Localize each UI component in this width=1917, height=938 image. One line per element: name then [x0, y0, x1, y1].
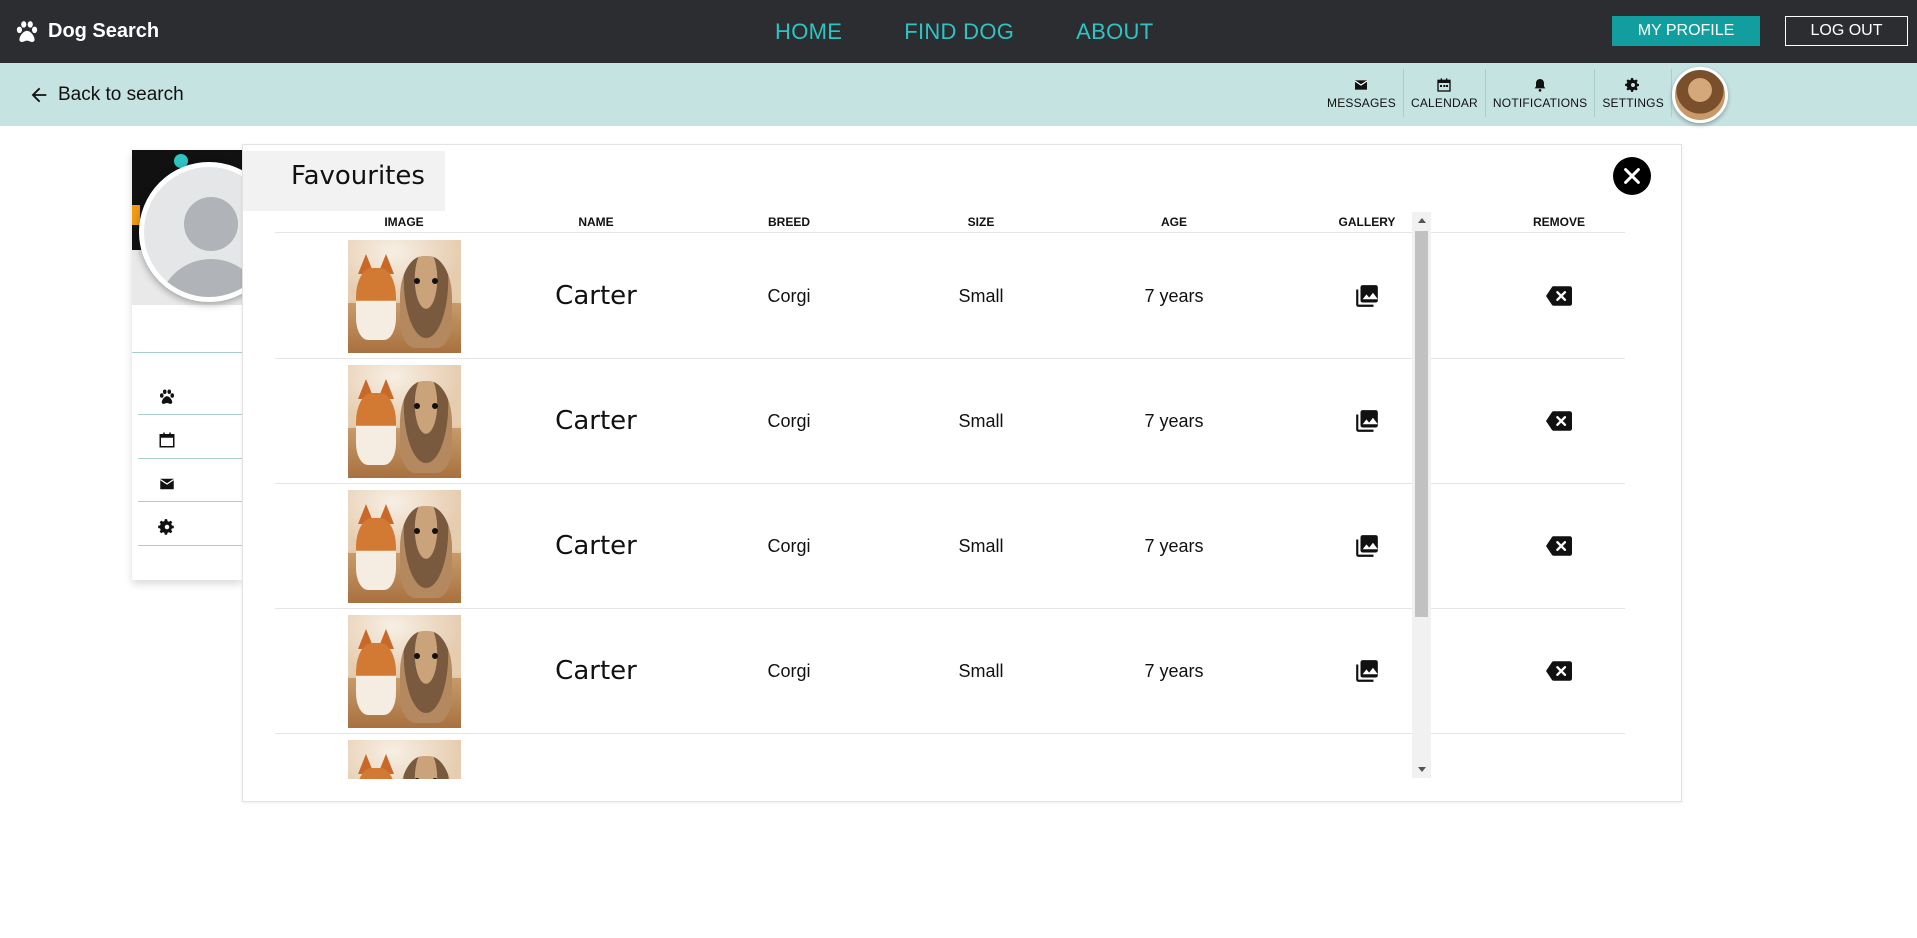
dog-age: 7 years: [1144, 535, 1204, 556]
settings-button[interactable]: SETTINGS: [1595, 69, 1672, 117]
calendar-icon: [1437, 77, 1452, 92]
brand-name: Dog Search: [48, 20, 160, 42]
dog-name: Carter: [555, 281, 637, 311]
gallery-button[interactable]: [1271, 234, 1463, 358]
messages-label: MESSAGES: [1327, 95, 1396, 110]
gallery-button[interactable]: [1271, 359, 1463, 483]
remove-button[interactable]: [1463, 734, 1625, 779]
calendar-label: CALENDAR: [1410, 95, 1478, 110]
column-header: AGE: [1160, 215, 1187, 229]
arrow-left-icon: [31, 87, 47, 102]
dog-name: Carter: [555, 656, 637, 686]
table-scrollbar[interactable]: [1412, 212, 1431, 778]
column-header: NAME: [578, 215, 614, 229]
scroll-thumb[interactable]: [1415, 231, 1428, 617]
dog-size: Small: [958, 535, 1004, 556]
dog-size: Small: [958, 660, 1004, 681]
modal-title: Favourites: [291, 161, 425, 191]
remove-icon[interactable]: [1546, 408, 1572, 434]
remove-button[interactable]: [1463, 234, 1625, 358]
divider: [138, 545, 242, 546]
close-icon: [1624, 168, 1640, 184]
gallery-icon[interactable]: [1354, 283, 1380, 309]
divider: [138, 501, 242, 502]
back-label: Back to search: [58, 83, 184, 105]
gear-icon[interactable]: [158, 518, 176, 536]
dog-photo[interactable]: [347, 239, 461, 353]
nav-about[interactable]: ABOUT: [1076, 19, 1153, 45]
dog-age: 7 years: [1144, 410, 1204, 431]
remove-icon[interactable]: [1546, 533, 1572, 559]
favourites-modal: Favourites IMAGE NAME BREED SIZE AGE GAL…: [242, 144, 1682, 802]
nav-home[interactable]: HOME: [775, 19, 842, 45]
dog-size: Small: [958, 285, 1004, 306]
envelope-icon[interactable]: [158, 475, 176, 493]
dog-size: Small: [958, 410, 1004, 431]
remove-button[interactable]: [1463, 484, 1625, 608]
gallery-icon[interactable]: [1354, 408, 1380, 434]
dog-photo[interactable]: [347, 614, 461, 728]
paw-icon[interactable]: [158, 388, 176, 406]
gallery-button[interactable]: [1271, 609, 1463, 733]
dog-name: Carter: [555, 406, 637, 436]
dog-breed: Corgi: [767, 410, 811, 431]
dog-age: 7 years: [1144, 660, 1204, 681]
calendar-icon[interactable]: [158, 431, 176, 449]
dog-breed: Corgi: [767, 535, 811, 556]
bell-icon: [1534, 78, 1546, 92]
scroll-up-arrow[interactable]: [1412, 212, 1431, 229]
dog-name: Carter: [555, 531, 637, 561]
profile-card: [132, 150, 279, 580]
messages-button[interactable]: MESSAGES: [1320, 69, 1404, 117]
brand[interactable]: Dog Search: [14, 0, 159, 63]
paw-icon: [16, 20, 38, 42]
divider: [138, 458, 242, 459]
remove-button[interactable]: [1463, 359, 1625, 483]
dog-photo[interactable]: [347, 364, 461, 478]
column-header: BREED: [767, 215, 810, 229]
column-header: REMOVE: [1532, 215, 1585, 229]
gear-icon: [1625, 77, 1640, 92]
toolbar-shortcuts: MESSAGES CALENDAR NOTIFICATIONS SETTINGS: [1320, 69, 1672, 117]
top-navbar: Dog Search HOME FIND DOG ABOUT MY PROFIL…: [0, 0, 1917, 63]
dog-breed: Corgi: [767, 660, 811, 681]
dog-photo[interactable]: [347, 489, 461, 603]
close-button[interactable]: [1613, 157, 1651, 195]
remove-icon[interactable]: [1546, 283, 1572, 309]
gallery-icon[interactable]: [1354, 533, 1380, 559]
calendar-button[interactable]: CALENDAR: [1404, 69, 1486, 117]
dog-age: 7 years: [1144, 285, 1204, 306]
divider: [138, 414, 242, 415]
dog-photo[interactable]: [347, 739, 461, 779]
user-avatar[interactable]: [1672, 67, 1728, 123]
column-header: IMAGE: [384, 215, 424, 229]
column-header: SIZE: [967, 215, 995, 229]
notifications-button[interactable]: NOTIFICATIONS: [1486, 69, 1596, 117]
my-profile-button[interactable]: MY PROFILE: [1612, 16, 1760, 46]
gallery-button[interactable]: [1271, 734, 1463, 779]
remove-icon[interactable]: [1546, 658, 1572, 684]
divider: [132, 352, 242, 353]
remove-button[interactable]: [1463, 609, 1625, 733]
column-header: GALLERY: [1338, 215, 1396, 229]
sub-toolbar: Back to search MESSAGES CALENDAR NOTIFIC…: [0, 63, 1917, 126]
log-out-button[interactable]: LOG OUT: [1785, 16, 1908, 46]
main-nav: HOME FIND DOG ABOUT: [775, 0, 1153, 63]
nav-find-dog[interactable]: FIND DOG: [904, 19, 1014, 45]
scroll-down-arrow[interactable]: [1412, 761, 1431, 778]
gallery-icon[interactable]: [1354, 658, 1380, 684]
back-to-search-link[interactable]: Back to search: [28, 63, 184, 126]
dog-breed: Corgi: [767, 285, 811, 306]
gallery-button[interactable]: [1271, 484, 1463, 608]
settings-label: SETTINGS: [1602, 95, 1664, 110]
envelope-icon: [1355, 79, 1368, 90]
notifications-label: NOTIFICATIONS: [1492, 95, 1588, 110]
